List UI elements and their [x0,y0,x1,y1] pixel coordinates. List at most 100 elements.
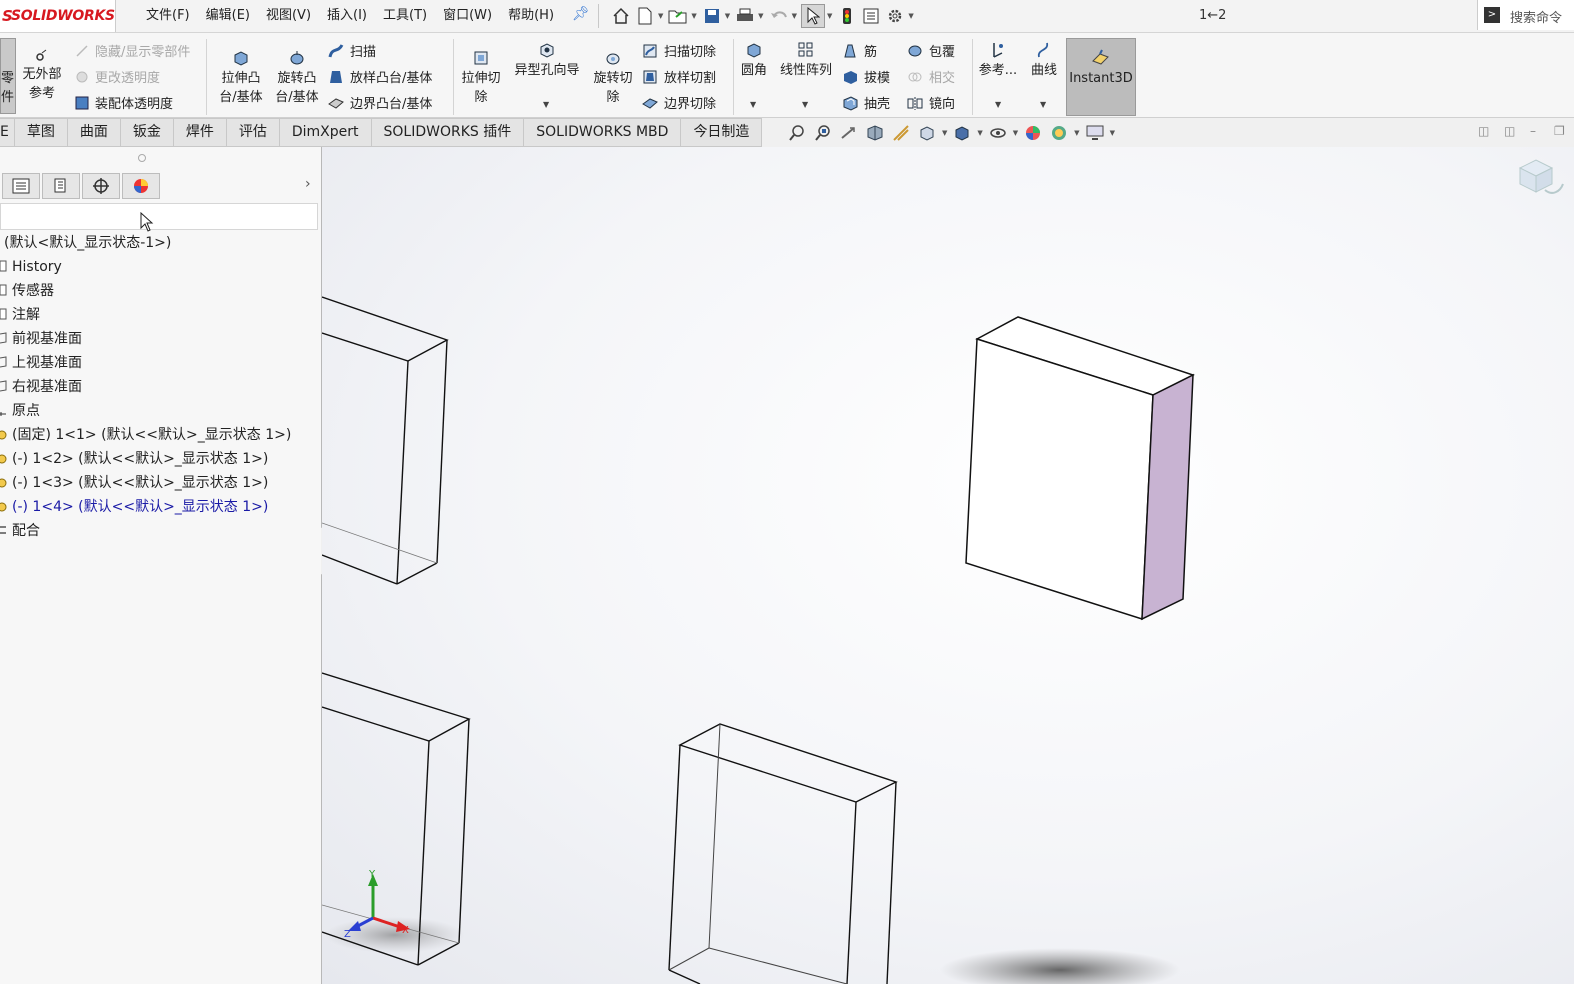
view-cube-icon[interactable] [1518,159,1564,194]
chevron-down-icon[interactable]: ▼ [977,129,982,137]
change-transparency-button[interactable]: 更改透明度 [75,67,160,86]
edit-component-button[interactable]: 零 件 [0,38,16,114]
tree-item-component-1[interactable]: (固定) 1<1> (默认<<默认>_显示状态 1>) [0,424,291,446]
tab-weldments[interactable]: 焊件 [173,118,227,147]
tab-surfaces[interactable]: 曲面 [67,118,121,147]
property-manager-tab[interactable] [42,173,80,199]
apply-scene-icon[interactable] [1048,122,1070,144]
tree-item-component-4[interactable]: (-) 1<4> (默认<<默认>_显示状态 1>) [0,496,268,518]
display-style-icon[interactable] [951,122,973,144]
tree-item-top-plane[interactable]: 上视基准面 [0,352,82,374]
tab-assembly[interactable]: E [0,118,15,147]
edit-appearance-icon[interactable] [1022,122,1044,144]
chevron-down-icon[interactable]: ▼ [750,100,756,109]
pin-icon[interactable]: 📌︎ [572,6,590,22]
rib-button[interactable]: 筋 [842,41,877,60]
zoom-to-area-icon[interactable] [812,122,834,144]
component-1-1-transparent-box[interactable] [322,296,449,585]
tree-item-front-plane[interactable]: 前视基准面 [0,328,82,350]
chevron-down-icon[interactable]: ▼ [908,12,913,20]
lofted-cut-button[interactable]: 放样切割 [642,67,716,86]
revolve-cut-button[interactable]: 旋转切 除 [588,49,638,107]
menu-window[interactable]: 窗口(W) [435,0,500,32]
tree-item-annotations[interactable]: 注解 [0,304,40,326]
configuration-manager-tab[interactable] [82,173,120,199]
chevron-down-icon[interactable]: ▼ [1013,129,1018,137]
home-icon[interactable] [610,5,632,27]
undo-icon[interactable] [768,5,790,27]
chevron-down-icon[interactable]: ▼ [658,12,663,20]
tree-root[interactable]: (默认<默认_显示状态-1>) [4,232,171,254]
assembly-transparency-button[interactable]: 装配体透明度 [75,93,173,112]
display-manager-tab[interactable] [122,173,160,199]
chevron-right-icon[interactable]: › [305,176,311,192]
chevron-down-icon[interactable]: ▼ [827,12,832,20]
tree-item-component-3[interactable]: (-) 1<3> (默认<<默认>_显示状态 1>) [0,472,268,494]
menu-tools[interactable]: 工具(T) [375,0,435,32]
curves-button[interactable]: 曲线 [1024,41,1064,80]
select-pointer-icon[interactable] [800,4,825,28]
linear-pattern-button[interactable]: 线性阵列 [774,41,838,80]
fillet-button[interactable]: 圆角 [736,41,772,80]
wrap-button[interactable]: 包覆 [907,41,955,60]
print-icon[interactable] [734,5,756,27]
chevron-down-icon[interactable]: ▼ [543,100,549,109]
chevron-down-icon[interactable]: ▼ [995,100,1001,109]
hide-show-components-button[interactable]: 隐藏/显示零部件 [75,41,190,60]
boundary-boss-button[interactable]: 边界凸台/基体 [328,93,432,112]
save-icon[interactable] [701,5,723,27]
solidworks-logo[interactable]: S SOLIDWORKS [0,0,116,32]
chevron-down-icon[interactable]: ▼ [792,12,797,20]
intersect-button[interactable]: 相交 [907,67,955,86]
chevron-down-icon[interactable]: ▼ [802,100,808,109]
hole-wizard-button[interactable]: 异型孔向导 [510,41,584,80]
tab-sheet-metal[interactable]: 钣金 [120,118,174,147]
rebuild-traffic-light-icon[interactable] [836,5,858,27]
tree-item-mates[interactable]: 配合 [0,520,40,542]
menu-insert[interactable]: 插入(I) [319,0,375,32]
tab-sketch[interactable]: 草图 [14,118,68,147]
menu-help[interactable]: 帮助(H) [500,0,562,32]
chevron-down-icon[interactable]: ▼ [1110,129,1115,137]
chevron-down-icon[interactable]: ▼ [1074,129,1079,137]
tile-right-icon[interactable]: ◫ [1504,124,1515,138]
tab-dimxpert[interactable]: DimXpert [279,118,372,147]
revolve-boss-button[interactable]: 旋转凸 台/基体 [270,49,324,107]
tree-filter-input[interactable] [0,203,318,230]
shell-button[interactable]: 抽壳 [842,93,890,112]
new-document-icon[interactable] [634,5,656,27]
tree-item-component-2[interactable]: (-) 1<2> (默认<<默认>_显示状态 1>) [0,448,268,470]
tab-add-ins[interactable]: SOLIDWORKS 插件 [371,118,525,147]
component-1-4-solid-box[interactable] [965,316,1195,621]
chevron-down-icon[interactable]: ▼ [691,12,696,20]
menu-file[interactable]: 文件(F) [138,0,198,32]
tree-item-origin[interactable]: 原点 [0,400,40,422]
minimize-icon[interactable]: – [1530,124,1536,138]
file-properties-icon[interactable] [860,5,882,27]
previous-view-icon[interactable] [838,122,860,144]
reference-geometry-button[interactable]: 参考... [976,41,1020,80]
extrude-boss-button[interactable]: 拉伸凸 台/基体 [214,49,268,107]
graphics-area[interactable]: Y X Z [322,147,1574,984]
feature-manager-tab[interactable] [2,173,40,199]
draft-button[interactable]: 拔模 [842,67,890,86]
hide-show-items-icon[interactable] [987,122,1009,144]
view-orientation-icon[interactable] [916,122,938,144]
restore-icon[interactable]: ❐ [1554,124,1565,138]
tree-item-right-plane[interactable]: 右视基准面 [0,376,82,398]
chevron-down-icon[interactable]: ▼ [758,12,763,20]
sweep-button[interactable]: 扫描 [328,41,376,60]
tile-left-icon[interactable]: ◫ [1478,124,1489,138]
no-external-references-button[interactable]: 无外部 参考 [20,49,64,103]
menu-edit[interactable]: 编辑(E) [198,0,258,32]
extrude-cut-button[interactable]: 拉伸切 除 [456,49,506,107]
tab-evaluate[interactable]: 评估 [226,118,280,147]
component-1-3-transparent-box[interactable] [668,723,898,984]
panel-grip[interactable] [138,154,146,162]
instant3d-button[interactable]: Instant3D [1066,38,1136,116]
tab-mbd[interactable]: SOLIDWORKS MBD [524,118,682,147]
section-view-icon[interactable] [864,122,886,144]
chevron-down-icon[interactable]: ▼ [725,12,730,20]
menu-view[interactable]: 视图(V) [258,0,319,32]
tree-item-sensors[interactable]: 传感器 [0,280,54,302]
